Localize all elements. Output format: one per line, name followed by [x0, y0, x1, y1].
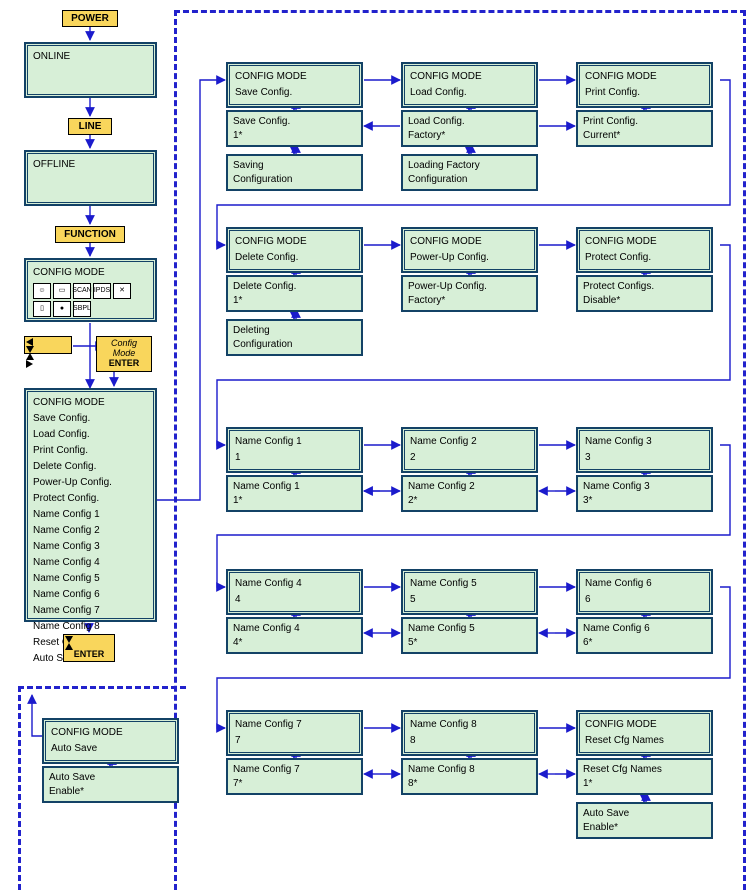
name-config-8-screen: Name Config 88: [401, 710, 538, 756]
name-config-4-param: Name Config 44*: [226, 617, 363, 654]
name-config-7-screen: Name Config 77: [226, 710, 363, 756]
menu-delete: Delete Config.: [33, 461, 96, 472]
name-config-5-param: Name Config 55*: [401, 617, 538, 654]
name-config-1-screen: Name Config 11: [226, 427, 363, 473]
name-config-6-param: Name Config 66*: [576, 617, 713, 654]
autosave-param: Auto SaveEnable*: [42, 766, 179, 803]
menu-nc5: Name Config 5: [33, 573, 100, 584]
ipds-icon: IPDS: [93, 283, 111, 299]
doc-icon: ▯: [33, 301, 51, 317]
name-config-3-param: Name Config 33*: [576, 475, 713, 512]
menu-nc6: Name Config 6: [33, 589, 100, 600]
config-menu-screen: CONFIG MODE Save Config. Load Config. Pr…: [24, 388, 157, 622]
function-button[interactable]: FUNCTION: [55, 226, 125, 243]
online-screen: ONLINE: [24, 42, 157, 98]
power-button[interactable]: POWER: [62, 10, 118, 27]
powerup-config-param: Power-Up Config.Factory*: [401, 275, 538, 312]
save-config-screen: CONFIG MODESave Config.: [226, 62, 363, 108]
menu-nc1: Name Config 1: [33, 509, 100, 520]
menu-save: Save Config.: [33, 413, 90, 424]
menu-nc2: Name Config 2: [33, 525, 100, 536]
led-icon: ●: [53, 301, 71, 317]
scan-icon: SCAN: [73, 283, 91, 299]
load-config-screen: CONFIG MODELoad Config.: [401, 62, 538, 108]
menu-nc7: Name Config 7: [33, 605, 100, 616]
name-config-4-screen: Name Config 44: [226, 569, 363, 615]
name-config-7-param: Name Config 77*: [226, 758, 363, 795]
delete-config-param: Delete Config.1*: [226, 275, 363, 312]
enter-label: ENTER: [101, 359, 147, 369]
config-mode-title: CONFIG MODE: [33, 267, 105, 278]
icon-row: ☺ ▭ SCAN IPDS ✕ ▯ ● SBPL: [33, 283, 148, 317]
enter-label2: ENTER: [65, 650, 113, 660]
menu-nc4: Name Config 4: [33, 557, 100, 568]
autosave-screen: CONFIG MODEAuto Save: [42, 718, 179, 764]
name-config-8-param: Name Config 88*: [401, 758, 538, 795]
menu-nc3: Name Config 3: [33, 541, 100, 552]
powerup-config-screen: CONFIG MODEPower-Up Config.: [401, 227, 538, 273]
config-mode-label: Config Mode: [101, 339, 147, 359]
enter-button[interactable]: ENTER: [63, 634, 115, 662]
load-config-param: Load Config.Factory*: [401, 110, 538, 147]
up-icon: [26, 353, 34, 360]
protect-config-screen: CONFIG MODEProtect Config.: [576, 227, 713, 273]
reset-cfg-screen: CONFIG MODEReset Cfg Names: [576, 710, 713, 756]
menu-nc8: Name Config 8: [33, 621, 100, 632]
name-config-2-param: Name Config 22*: [401, 475, 538, 512]
name-config-6-screen: Name Config 66: [576, 569, 713, 615]
tool-icon: ✕: [113, 283, 131, 299]
loading-status: Loading FactoryConfiguration: [401, 154, 538, 191]
down-icon: [26, 346, 34, 353]
menu-powerup: Power-Up Config.: [33, 477, 112, 488]
print-config-screen: CONFIG MODEPrint Config.: [576, 62, 713, 108]
box-icon: ▭: [53, 283, 71, 299]
line-button[interactable]: LINE: [68, 118, 112, 135]
menu-print: Print Config.: [33, 445, 88, 456]
menu-load: Load Config.: [33, 429, 90, 440]
config-mode-icons-screen: CONFIG MODE ☺ ▭ SCAN IPDS ✕ ▯ ● SBPL: [24, 258, 157, 322]
up-icon: [65, 643, 73, 650]
save-config-param: Save Config.1*: [226, 110, 363, 147]
saving-status: SavingConfiguration: [226, 154, 363, 191]
nav-lrud-button[interactable]: [24, 336, 72, 354]
menu-protect: Protect Config.: [33, 493, 99, 504]
protect-config-param: Protect Configs.Disable*: [576, 275, 713, 312]
auto-save-tail: Auto SaveEnable*: [576, 802, 713, 839]
name-config-5-screen: Name Config 55: [401, 569, 538, 615]
sbpl-icon: SBPL: [73, 301, 91, 317]
print-config-param: Print Config.Current*: [576, 110, 713, 147]
reset-cfg-param: Reset Cfg Names1*: [576, 758, 713, 795]
name-config-2-screen: Name Config 22: [401, 427, 538, 473]
left-icon: [26, 338, 33, 346]
face-icon: ☺: [33, 283, 51, 299]
config-menu-title: CONFIG MODE: [33, 397, 105, 408]
name-config-3-screen: Name Config 33: [576, 427, 713, 473]
config-mode-enter-button[interactable]: Config Mode ENTER: [96, 336, 152, 372]
right-icon: [26, 360, 33, 368]
down-icon: [65, 636, 73, 643]
offline-screen: OFFLINE: [24, 150, 157, 206]
deleting-status: DeletingConfiguration: [226, 319, 363, 356]
name-config-1-param: Name Config 11*: [226, 475, 363, 512]
delete-config-screen: CONFIG MODEDelete Config.: [226, 227, 363, 273]
